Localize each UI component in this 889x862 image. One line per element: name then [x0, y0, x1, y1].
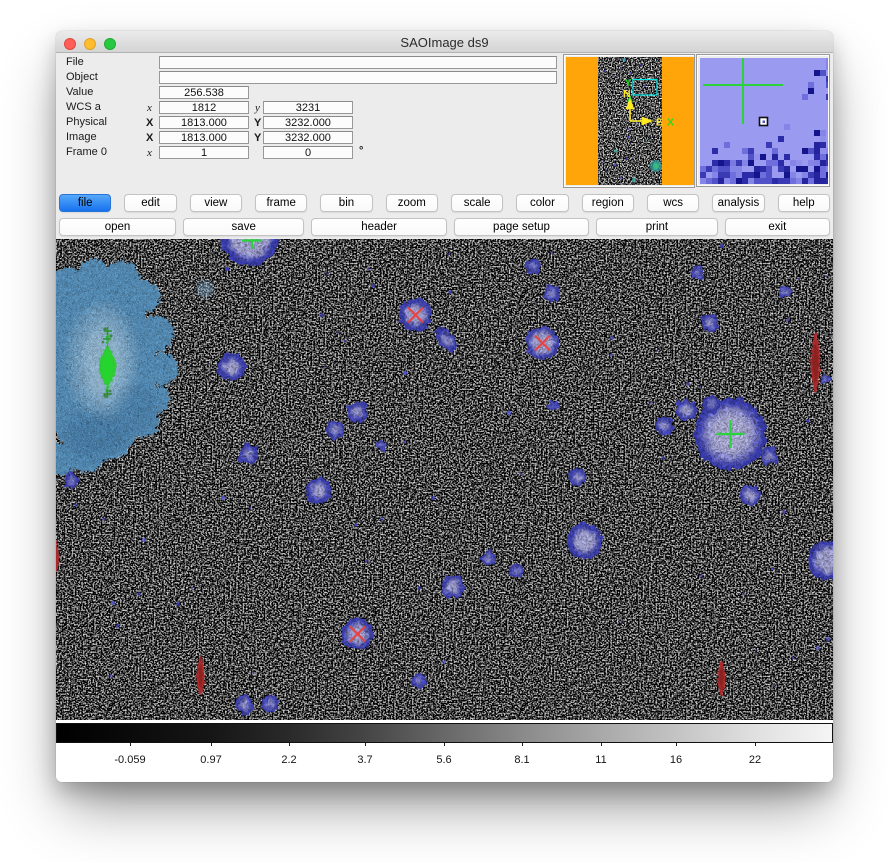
svg-text:E: E — [656, 117, 663, 129]
svg-text:X: X — [667, 117, 674, 129]
svg-text:N: N — [623, 88, 631, 100]
